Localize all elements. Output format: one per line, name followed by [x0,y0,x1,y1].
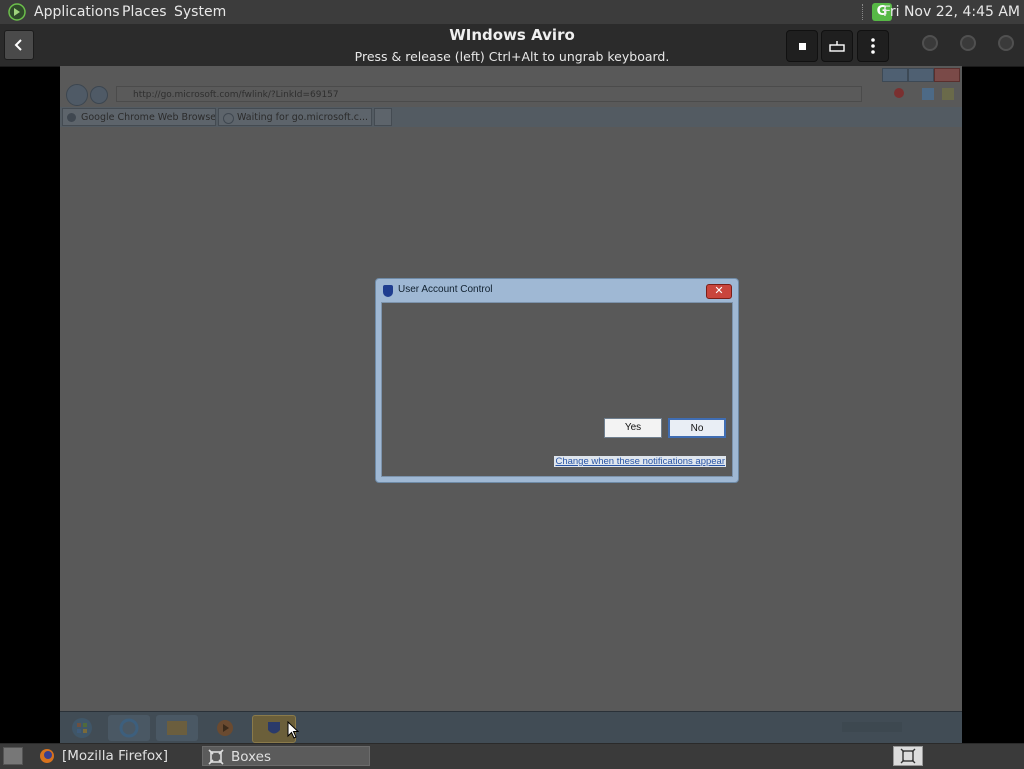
guest-favorites-icon[interactable] [942,88,954,100]
workspace-boxes-icon [900,748,916,764]
boxes-header: WIndows Aviro Press & release (left) Ctr… [0,24,1024,67]
mouse-pointer-icon [287,721,299,739]
applications-logo-icon[interactable] [8,3,26,21]
applications-menu[interactable]: Applications [34,4,120,20]
system-tray-icons[interactable] [842,722,902,732]
guest-close-icon[interactable] [934,68,960,82]
guest-forward-icon[interactable] [90,86,108,104]
guest-tab-waiting[interactable]: Waiting for go.microsoft.c... [218,108,372,126]
close-icon[interactable] [998,35,1014,51]
guest-window-controls [882,67,960,82]
taskbar-item-label: Boxes [231,749,272,765]
guest-tab-label: Waiting for go.microsoft.c... [237,112,369,123]
stop-icon [798,43,806,50]
workspace-switcher[interactable] [893,746,923,766]
guest-maximize-icon[interactable] [908,68,934,82]
panel-separator [862,4,866,20]
keyboard-button[interactable] [821,30,853,62]
maximize-icon[interactable] [960,35,976,51]
shield-icon [383,285,393,297]
guest-back-icon[interactable] [66,84,88,106]
guest-new-tab[interactable] [374,108,392,126]
taskbar-item-boxes[interactable]: Boxes [202,746,370,766]
ie-icon[interactable] [108,715,150,741]
menu-button[interactable] [857,30,889,62]
no-button[interactable]: No [668,418,726,438]
change-notifications-link[interactable]: Change when these notifications appear [554,456,726,467]
uac-titlebar: User Account Control ✕ [376,279,738,301]
show-desktop-icon[interactable] [3,747,23,765]
guest-stop-icon[interactable] [894,88,904,98]
uac-close-button[interactable]: ✕ [706,284,732,299]
loading-icon [223,113,234,124]
top-panel: Applications Places System G Fri Nov 22,… [0,0,1024,24]
vertical-ellipsis-icon [871,38,875,54]
uac-body: Yes No Change when these notifications a… [381,302,733,477]
guest-tab-strip: Google Chrome Web Browser Waiting for go… [60,107,962,127]
guest-address-row: http://go.microsoft.com/fwlink/?LinkId=6… [60,82,962,106]
taskbar-item-firefox[interactable]: [Mozilla Firefox] [34,746,200,766]
start-orb-icon[interactable] [62,715,102,741]
chrome-page-icon [67,113,76,122]
taskbar-item-label: [Mozilla Firefox] [62,748,169,764]
guest-tab-label: Google Chrome Web Browser [81,112,216,123]
uac-title: User Account Control [398,284,493,295]
clock[interactable]: Fri Nov 22, 4:45 AM [883,4,1020,20]
yes-button[interactable]: Yes [604,418,662,438]
boxes-icon [208,749,224,765]
keyboard-icon [829,41,845,52]
places-menu[interactable]: Places [122,4,167,20]
guest-address-bar[interactable]: http://go.microsoft.com/fwlink/?LinkId=6… [116,86,862,102]
guest-home-icon[interactable] [922,88,934,100]
bottom-panel: [Mozilla Firefox] Boxes [0,743,1024,769]
system-menu[interactable]: System [174,4,226,20]
media-player-icon[interactable] [204,715,246,741]
guest-tab-chrome[interactable]: Google Chrome Web Browser [62,108,216,126]
minimize-icon[interactable] [922,35,938,51]
vm-display[interactable]: http://go.microsoft.com/fwlink/?LinkId=6… [60,66,962,743]
guest-minimize-icon[interactable] [882,68,908,82]
uac-dialog: User Account Control ✕ Yes No Change whe… [375,278,739,483]
guest-taskbar [60,711,962,743]
firefox-icon [40,749,54,763]
stop-button[interactable] [786,30,818,62]
explorer-folder-icon[interactable] [156,715,198,741]
